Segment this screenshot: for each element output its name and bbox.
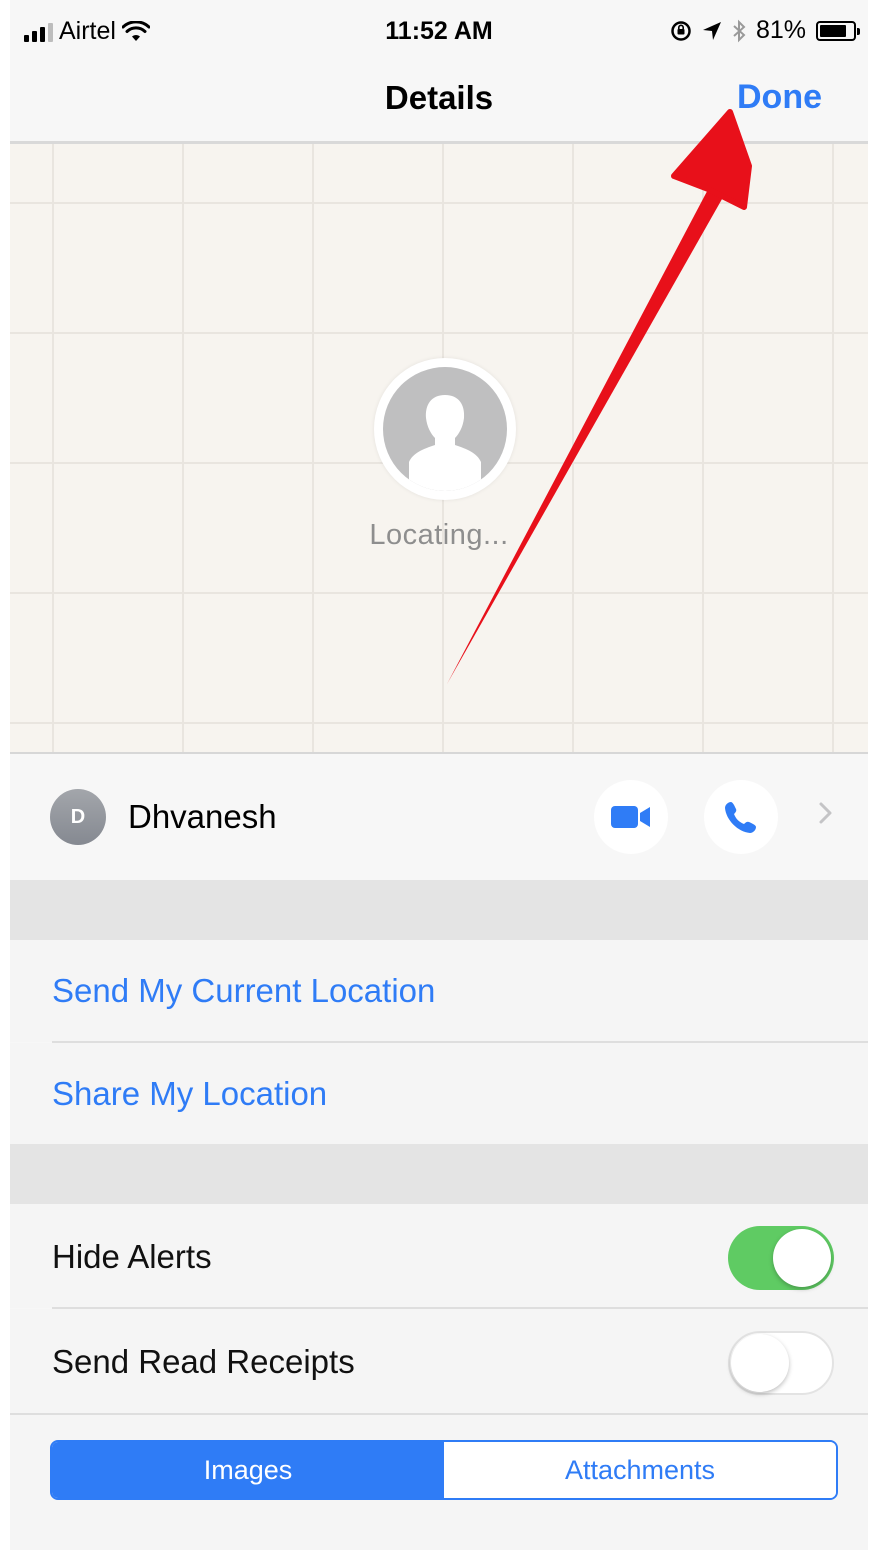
status-right: 81% <box>670 16 860 45</box>
locating-status: Locating... <box>369 519 509 551</box>
hide-alerts-toggle[interactable] <box>728 1226 834 1290</box>
orientation-lock-icon <box>671 20 691 41</box>
share-location-label: Share My Location <box>52 1075 328 1112</box>
section-separator <box>10 880 868 940</box>
chevron-right-icon[interactable] <box>810 798 840 828</box>
battery-icon <box>816 20 860 41</box>
contact-row[interactable]: D Dhvanesh <box>10 754 868 880</box>
status-bar: Airtel 11:52 AM 81% <box>10 0 868 62</box>
read-receipts-label: Send Read Receipts <box>52 1343 355 1380</box>
video-camera-icon <box>611 806 650 828</box>
map-view[interactable]: Locating... <box>10 144 868 754</box>
battery-percent: 81% <box>755 16 806 44</box>
audio-call-button[interactable] <box>704 780 778 854</box>
send-current-location-label: Send My Current Location <box>52 972 436 1009</box>
media-segmented-control: Images Attachments <box>50 1440 838 1500</box>
navigation-bar: Details Done <box>10 62 868 144</box>
bluetooth-icon <box>733 19 746 42</box>
read-receipts-toggle[interactable] <box>728 1331 834 1395</box>
map-avatar <box>374 358 516 500</box>
phone-icon <box>725 802 756 833</box>
hide-alerts-row: Hide Alerts <box>10 1204 868 1308</box>
contact-avatar: D <box>50 789 106 845</box>
section-separator <box>10 1144 868 1204</box>
person-silhouette-icon <box>383 367 507 491</box>
divider <box>10 1413 868 1415</box>
facetime-video-button[interactable] <box>594 780 668 854</box>
read-receipts-row: Send Read Receipts <box>10 1309 868 1414</box>
share-location-row[interactable]: Share My Location <box>10 1043 868 1144</box>
hide-alerts-label: Hide Alerts <box>52 1238 212 1275</box>
segment-attachments[interactable]: Attachments <box>444 1442 836 1498</box>
location-arrow-icon <box>702 21 721 40</box>
screen: Airtel 11:52 AM 81% Details Done Locatin… <box>0 0 870 1550</box>
contact-name: Dhvanesh <box>128 798 277 835</box>
segment-images[interactable]: Images <box>52 1442 444 1498</box>
send-current-location-row[interactable]: Send My Current Location <box>10 940 868 1042</box>
done-button[interactable]: Done <box>737 78 822 117</box>
